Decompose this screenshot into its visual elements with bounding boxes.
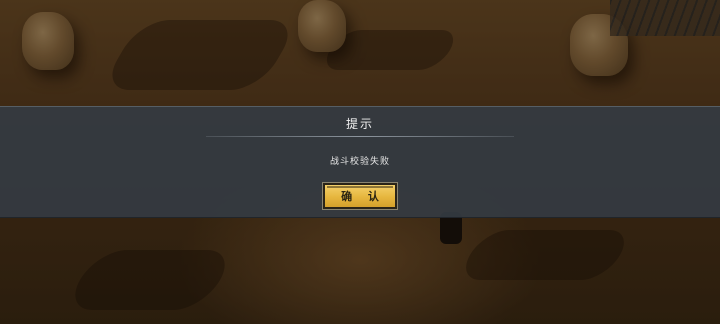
alert-dialog: 提示 战斗校验失败 确 认	[0, 106, 720, 218]
dialog-title: 提示	[345, 117, 374, 131]
button-decoration	[327, 186, 393, 188]
dialog-divider	[206, 136, 514, 137]
dialog-message: 战斗校验失败	[329, 157, 390, 167]
confirm-button[interactable]: 确 认	[322, 182, 398, 210]
game-background: 提示 战斗校验失败 确 认	[0, 0, 720, 324]
confirm-button-label: 确 认	[341, 190, 385, 203]
